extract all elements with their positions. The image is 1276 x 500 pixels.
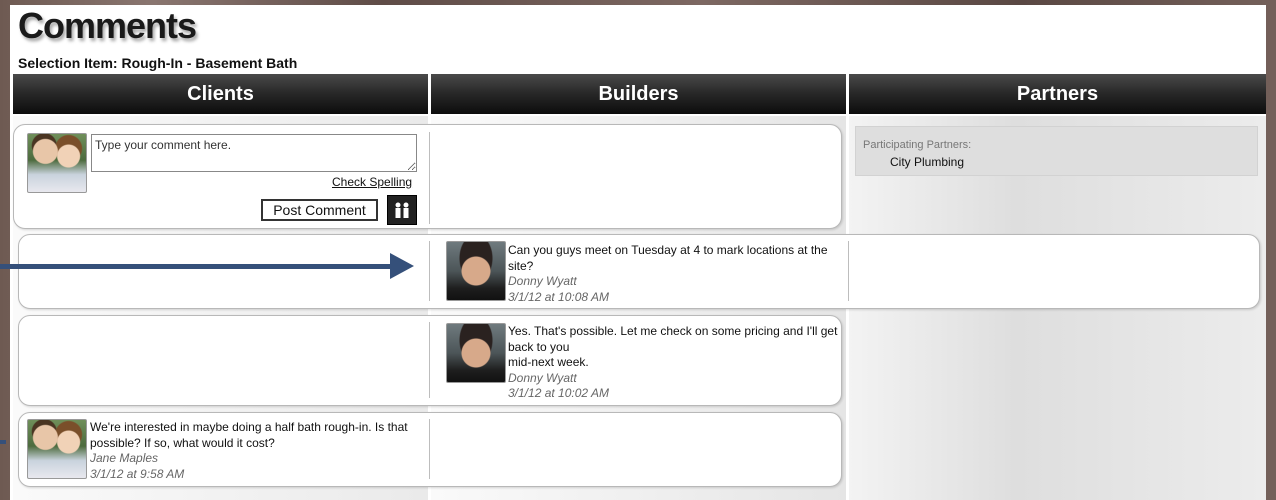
partner-name: City Plumbing — [890, 155, 965, 169]
comment-text: Yes. That's possible. Let me check on so… — [508, 324, 838, 354]
row-divider — [429, 241, 430, 301]
annotation-arrow-head — [390, 253, 414, 279]
builder-avatar — [446, 241, 506, 301]
builder-avatar — [446, 323, 506, 383]
row-divider — [848, 241, 849, 301]
comment-text-continued: mid-next week. — [508, 355, 589, 369]
comments-page: Comments Selection Item: Rough-In - Base… — [10, 5, 1266, 500]
comment-author: Jane Maples — [90, 451, 159, 465]
participating-partners-label: Participating Partners: — [863, 139, 972, 151]
comment-timestamp: 3/1/12 at 9:58 AM — [90, 466, 185, 481]
comment-text: Can you guys meet on Tuesday at 4 to mar… — [508, 243, 828, 273]
selection-item-label: Selection Item: Rough-In - Basement Bath — [18, 55, 298, 71]
post-comment-button[interactable]: Post Comment — [261, 199, 378, 221]
partners-column-header: Partners — [849, 74, 1266, 114]
comment-input[interactable] — [91, 134, 417, 172]
check-spelling-link[interactable]: Check Spelling — [332, 175, 412, 189]
builders-column-header: Builders — [431, 74, 846, 114]
people-icon[interactable] — [387, 195, 417, 225]
comment-timestamp: 3/1/12 at 10:02 AM — [508, 386, 609, 400]
comment-author: Donny Wyatt — [508, 370, 577, 385]
comment-text: We're interested in maybe doing a half b… — [90, 420, 408, 450]
people-icon — [395, 202, 409, 218]
client-avatar — [27, 419, 87, 479]
page-title: Comments — [18, 5, 197, 46]
builder-comment: Yes. That's possible. Let me check on so… — [508, 324, 838, 402]
annotation-arrow — [0, 264, 393, 269]
row-divider — [429, 322, 430, 398]
comment-author: Donny Wyatt — [508, 274, 577, 288]
row-divider — [429, 132, 430, 224]
annotation-arrow — [0, 440, 6, 444]
row-divider — [429, 419, 430, 479]
client-comment: We're interested in maybe doing a half b… — [90, 420, 410, 482]
client-avatar — [27, 133, 87, 193]
clients-column-header: Clients — [13, 74, 428, 114]
comment-timestamp: 3/1/12 at 10:08 AM — [508, 289, 609, 304]
builder-comment: Can you guys meet on Tuesday at 4 to mar… — [508, 243, 833, 305]
participating-partners-panel: Participating Partners: City Plumbing — [855, 126, 1258, 176]
